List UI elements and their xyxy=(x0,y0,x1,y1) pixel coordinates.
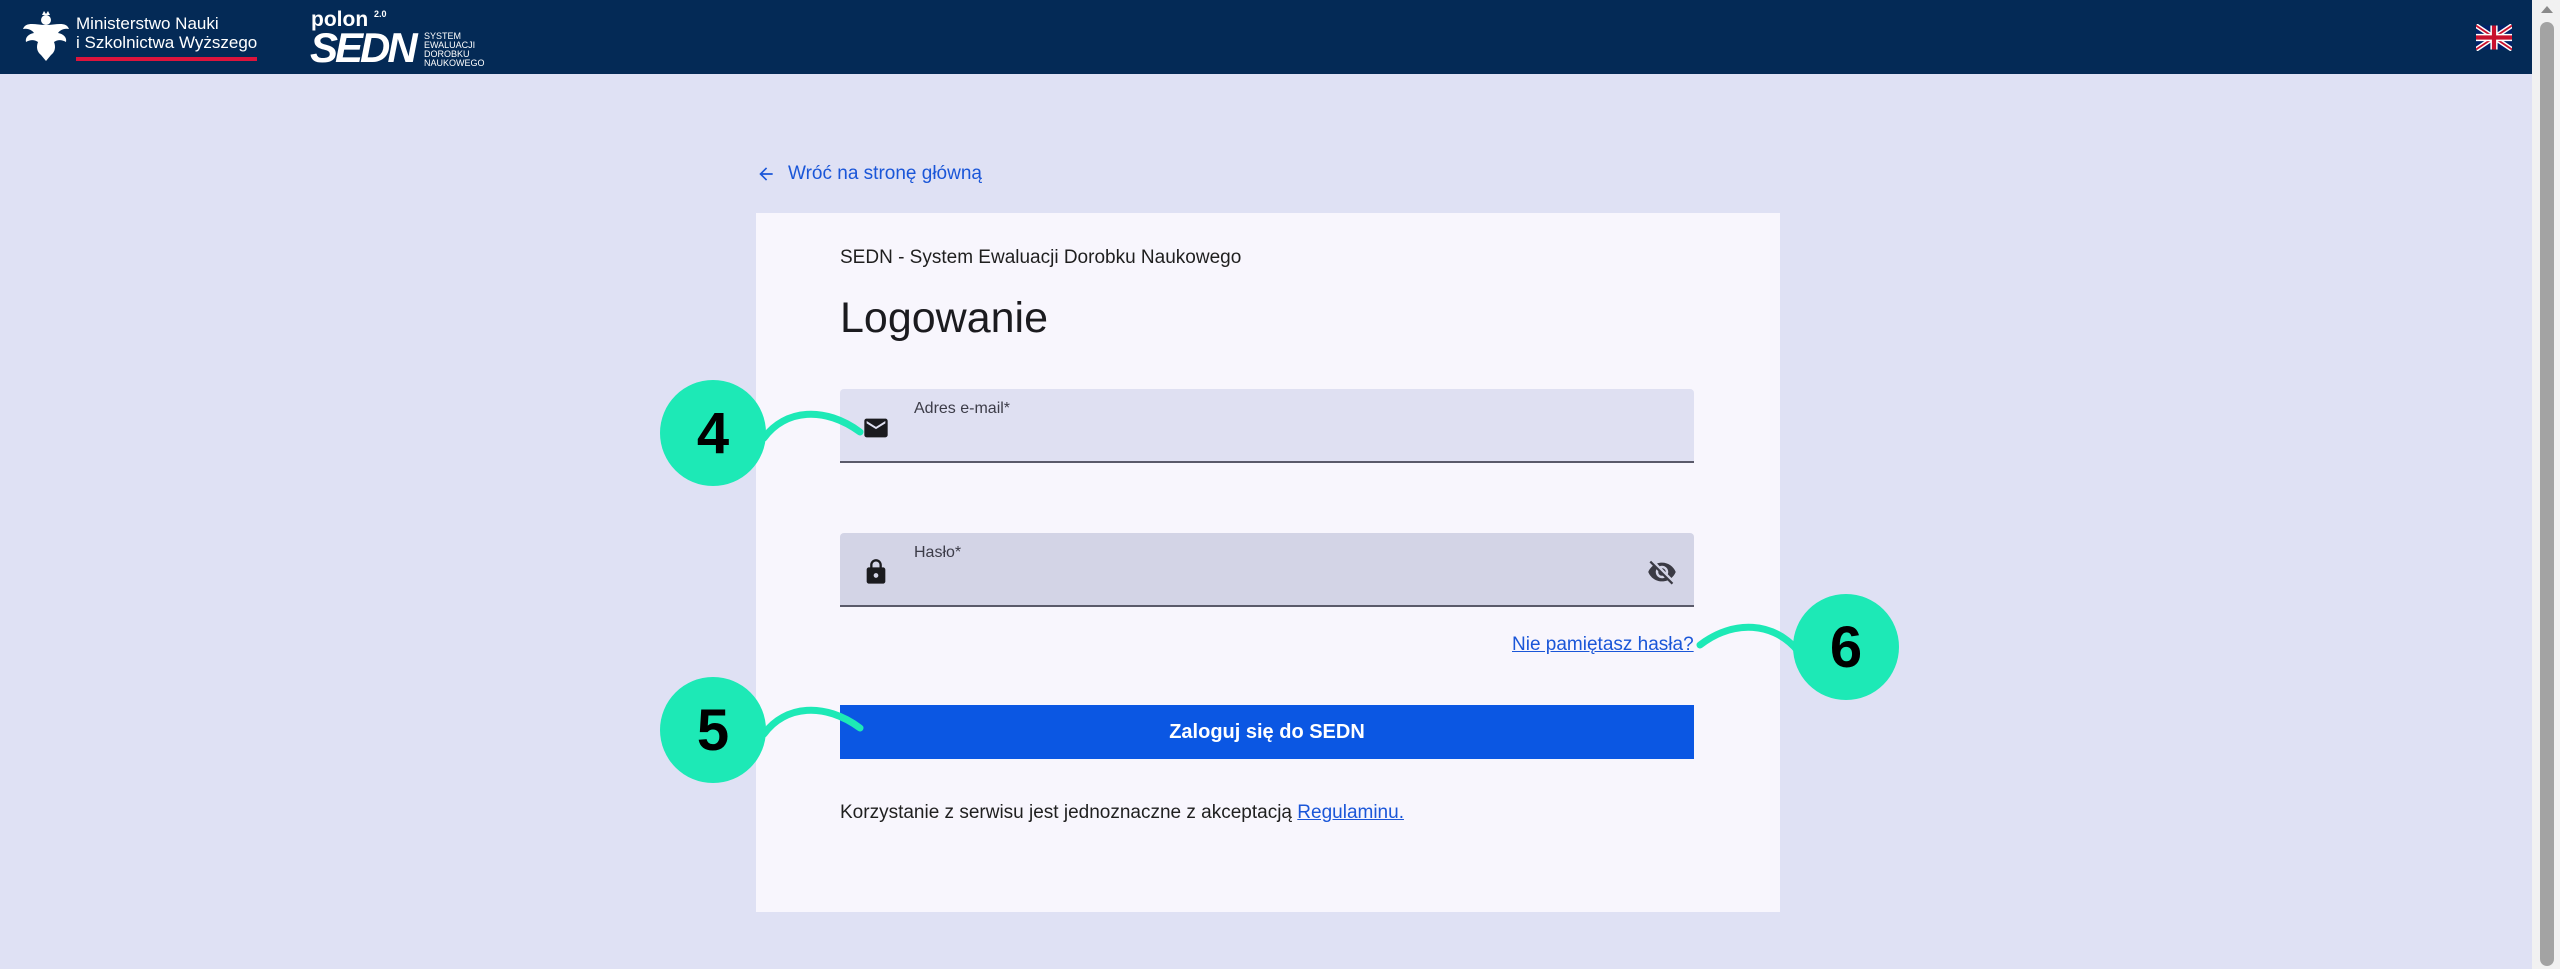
email-field[interactable]: Adres e-mail* xyxy=(840,389,1694,463)
ministry-name: Ministerstwo Nauki i Szkolnictwa Wyższeg… xyxy=(76,14,258,61)
lock-icon xyxy=(866,559,886,584)
top-navigation-bar: Ministerstwo Nauki i Szkolnictwa Wyższeg… xyxy=(0,0,2532,74)
password-field-label: Hasło* xyxy=(914,544,962,561)
back-link-label: Wróć na stronę główną xyxy=(788,163,982,184)
forgot-password-link[interactable]: Nie pamiętasz hasła? xyxy=(1512,634,1694,656)
arrow-left-icon xyxy=(759,167,773,181)
uk-flag-icon[interactable] xyxy=(2476,24,2512,51)
scroll-thumb[interactable] xyxy=(2540,22,2554,966)
callout-6-connector xyxy=(1696,623,1802,655)
ministry-logo[interactable]: Ministerstwo Nauki i Szkolnictwa Wyższeg… xyxy=(22,11,258,65)
system-subtitle: SEDN - System Ewaluacji Dorobku Naukoweg… xyxy=(840,247,1242,268)
password-field[interactable]: Hasło* xyxy=(840,533,1694,607)
sedn-logo-text: SEDN xyxy=(310,24,418,71)
callout-badge-6: 6 xyxy=(1793,594,1899,700)
callout-badge-5: 5 xyxy=(660,677,766,783)
login-card: SEDN - System Ewaluacji Dorobku Naukoweg… xyxy=(756,213,1780,912)
polon-sedn-logo[interactable]: polon 2.0 SEDN SYSTEM EWALUACJI DOROBKU … xyxy=(310,6,485,70)
ministry-name-line1: Ministerstwo Nauki xyxy=(76,14,219,33)
eagle-emblem-icon xyxy=(23,11,69,61)
page-title: Logowanie xyxy=(840,294,1049,342)
callout-5-connector xyxy=(760,706,864,738)
back-to-home-link[interactable]: Wróć na stronę główną xyxy=(756,163,982,185)
terms-notice: Korzystanie z serwisu jest jednoznaczne … xyxy=(840,802,1404,824)
email-field-label: Adres e-mail* xyxy=(914,400,1011,417)
sedn-sub-line: NAUKOWEGO xyxy=(424,58,485,68)
login-submit-button[interactable]: Zaloguj się do SEDN xyxy=(840,705,1694,759)
scroll-up-arrow-icon[interactable] xyxy=(2541,6,2553,13)
terms-text: Korzystanie z serwisu jest jednoznaczne … xyxy=(840,802,1293,823)
callout-badge-4: 4 xyxy=(660,380,766,486)
password-input[interactable] xyxy=(914,569,1634,597)
sedn-logo-subtext: SYSTEM EWALUACJI DOROBKU NAUKOWEGO xyxy=(424,32,485,68)
vertical-scrollbar[interactable] xyxy=(2532,0,2560,969)
eye-off-icon[interactable] xyxy=(1646,557,1678,587)
callout-4-connector xyxy=(760,410,864,442)
polon-version: 2.0 xyxy=(374,9,387,19)
email-input[interactable] xyxy=(914,425,1634,453)
ministry-name-line2: i Szkolnictwa Wyższego xyxy=(76,33,258,61)
terms-link[interactable]: Regulaminu. xyxy=(1297,802,1404,823)
